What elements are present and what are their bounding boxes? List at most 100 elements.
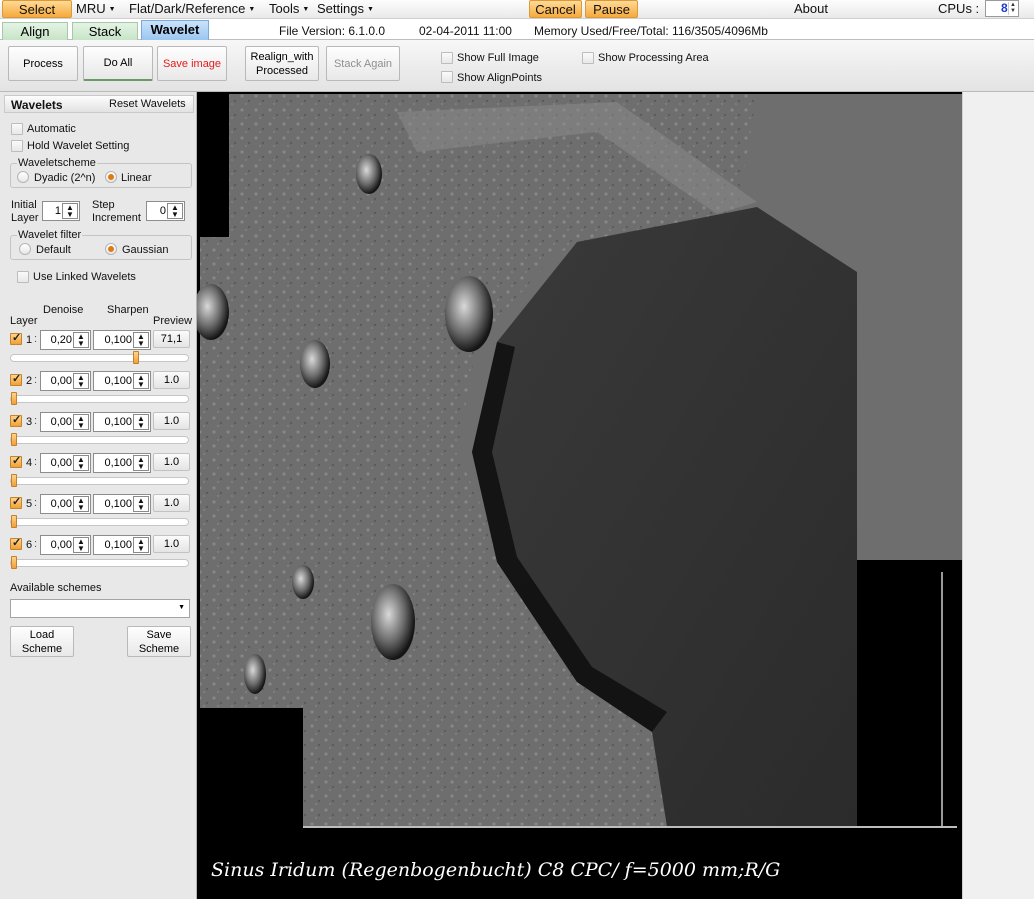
save-scheme-button[interactable]: Save Scheme	[127, 626, 191, 657]
cpus-value: 8	[1001, 1, 1008, 15]
about-menu[interactable]: About	[794, 0, 828, 18]
reset-wavelets-button[interactable]: Reset Wavelets	[109, 98, 186, 110]
automatic-checkbox[interactable]	[11, 123, 23, 135]
initial-label-line2: Layer	[11, 212, 39, 224]
initial-layer-value: 1	[54, 205, 61, 217]
step-increment-spinner[interactable]: 0 ▲ ▼	[146, 201, 185, 221]
spin-arrows-icon[interactable]: ▲ ▼	[167, 203, 183, 219]
spin-arrows-icon[interactable]: ▲ ▼	[73, 373, 89, 389]
spin-arrows-icon[interactable]: ▲ ▼	[73, 537, 89, 553]
spin-arrows-icon[interactable]: ▲ ▼	[62, 203, 78, 219]
initial-layer-spinner[interactable]: 1 ▲ ▼	[42, 201, 80, 221]
denoise-spinner[interactable]: 0,00 ▲ ▼	[40, 453, 91, 473]
layer-preview-button[interactable]: 1.0	[153, 494, 190, 512]
mru-menu[interactable]: MRU ▼	[76, 0, 116, 18]
load-scheme-button[interactable]: Load Scheme	[10, 626, 74, 657]
denoise-value: 0,00	[50, 457, 72, 469]
layer-enable-checkbox[interactable]	[10, 495, 22, 509]
layer-separator: :	[34, 538, 38, 550]
scheme-dropdown[interactable]: ▼	[10, 599, 190, 618]
sharpen-spinner[interactable]: 0,100 ▲ ▼	[93, 371, 151, 391]
cpus-spinner[interactable]: 8 ▲ ▼	[985, 0, 1019, 17]
slider-thumb[interactable]	[11, 474, 17, 487]
spin-arrows-icon[interactable]: ▲ ▼	[133, 373, 149, 389]
use-linked-wavelets-checkbox[interactable]	[17, 271, 29, 283]
layer-number: 6	[26, 539, 33, 551]
file-version: File Version: 6.1.0.0	[279, 24, 386, 38]
layer-preview-button[interactable]: 1.0	[153, 535, 190, 553]
linear-radio[interactable]	[105, 171, 117, 183]
spin-arrows-icon[interactable]: ▲ ▼	[133, 414, 149, 430]
sharpen-spinner[interactable]: 0,100 ▲ ▼	[93, 535, 151, 555]
tab-align[interactable]: Align	[2, 22, 68, 41]
show-align-points-label: Show AlignPoints	[457, 72, 542, 84]
sharpen-spinner[interactable]: 0,100 ▲ ▼	[93, 330, 151, 350]
save-image-button[interactable]: Save image	[157, 46, 227, 81]
spin-arrows-icon[interactable]: ▲ ▼	[73, 332, 89, 348]
dyadic-radio[interactable]	[17, 171, 29, 183]
spin-arrows-icon[interactable]: ▲ ▼	[73, 455, 89, 471]
spin-arrows-icon[interactable]: ▲ ▼	[1008, 2, 1017, 15]
layer-slider[interactable]	[10, 474, 189, 487]
layer-preview-button[interactable]: 71,1	[153, 330, 190, 348]
layer-slider[interactable]	[10, 556, 189, 569]
filter-default-radio[interactable]	[19, 243, 31, 255]
realign-with-processed-button[interactable]: Realign_with Processed	[245, 46, 319, 81]
show-full-image-checkbox[interactable]	[441, 52, 453, 64]
stack-again-button[interactable]: Stack Again	[326, 46, 400, 81]
do-all-button[interactable]: Do All	[83, 46, 153, 81]
layer-slider[interactable]	[10, 433, 189, 446]
layer-enable-checkbox[interactable]	[10, 331, 22, 345]
slider-thumb[interactable]	[133, 351, 139, 364]
image-caption: Sinus Iridum (Regenbogenbucht) C8 CPC/ f…	[211, 859, 781, 881]
select-label: Select	[18, 2, 56, 17]
flat-dark-reference-menu[interactable]: Flat/Dark/Reference ▼	[129, 0, 255, 18]
sharpen-spinner[interactable]: 0,100 ▲ ▼	[93, 453, 151, 473]
filter-default-label: Default	[36, 244, 71, 256]
sharpen-value: 0,100	[104, 498, 132, 510]
hold-wavelet-checkbox[interactable]	[11, 140, 23, 152]
slider-thumb[interactable]	[11, 515, 17, 528]
spin-arrows-icon[interactable]: ▲ ▼	[133, 496, 149, 512]
denoise-spinner[interactable]: 0,00 ▲ ▼	[40, 371, 91, 391]
date-time: 02-04-2011 11:00	[419, 24, 512, 38]
cancel-button[interactable]: Cancel	[529, 0, 582, 18]
denoise-spinner[interactable]: 0,00 ▲ ▼	[40, 535, 91, 555]
layer-slider[interactable]	[10, 351, 189, 364]
spin-arrows-icon[interactable]: ▲ ▼	[73, 414, 89, 430]
denoise-spinner[interactable]: 0,00 ▲ ▼	[40, 412, 91, 432]
image-viewer[interactable]: Sinus Iridum (Regenbogenbucht) C8 CPC/ f…	[197, 92, 962, 899]
layer-enable-checkbox[interactable]	[10, 372, 22, 386]
tools-menu[interactable]: Tools ▼	[269, 0, 309, 18]
layer-enable-checkbox[interactable]	[10, 413, 22, 427]
layer-slider[interactable]	[10, 515, 189, 528]
spin-arrows-icon[interactable]: ▲ ▼	[133, 537, 149, 553]
spin-arrows-icon[interactable]: ▲ ▼	[133, 332, 149, 348]
spin-arrows-icon[interactable]: ▲ ▼	[73, 496, 89, 512]
select-button[interactable]: Select	[2, 0, 72, 18]
layer-preview-button[interactable]: 1.0	[153, 412, 190, 430]
layer-enable-checkbox[interactable]	[10, 536, 22, 550]
sharpen-spinner[interactable]: 0,100 ▲ ▼	[93, 494, 151, 514]
show-align-points-checkbox[interactable]	[441, 71, 453, 83]
sharpen-spinner[interactable]: 0,100 ▲ ▼	[93, 412, 151, 432]
slider-thumb[interactable]	[11, 433, 17, 446]
layer-number: 4	[26, 457, 33, 469]
layer-slider[interactable]	[10, 392, 189, 405]
spin-arrows-icon[interactable]: ▲ ▼	[133, 455, 149, 471]
denoise-spinner[interactable]: 0,20 ▲ ▼	[40, 330, 91, 350]
denoise-spinner[interactable]: 0,00 ▲ ▼	[40, 494, 91, 514]
settings-menu[interactable]: Settings ▼	[317, 0, 374, 18]
tab-wavelet[interactable]: Wavelet	[141, 20, 209, 41]
layer-preview-button[interactable]: 1.0	[153, 453, 190, 471]
tab-stack[interactable]: Stack	[72, 22, 138, 41]
show-processing-area-checkbox[interactable]	[582, 52, 594, 64]
layer-preview-button[interactable]: 1.0	[153, 371, 190, 389]
pause-button[interactable]: Pause	[585, 0, 638, 18]
slider-thumb[interactable]	[11, 556, 17, 569]
layer-enable-checkbox[interactable]	[10, 454, 22, 468]
slider-thumb[interactable]	[11, 392, 17, 405]
filter-gaussian-radio[interactable]	[105, 243, 117, 255]
process-button[interactable]: Process	[8, 46, 78, 81]
initial-layer-label: Initial Layer	[11, 199, 39, 225]
